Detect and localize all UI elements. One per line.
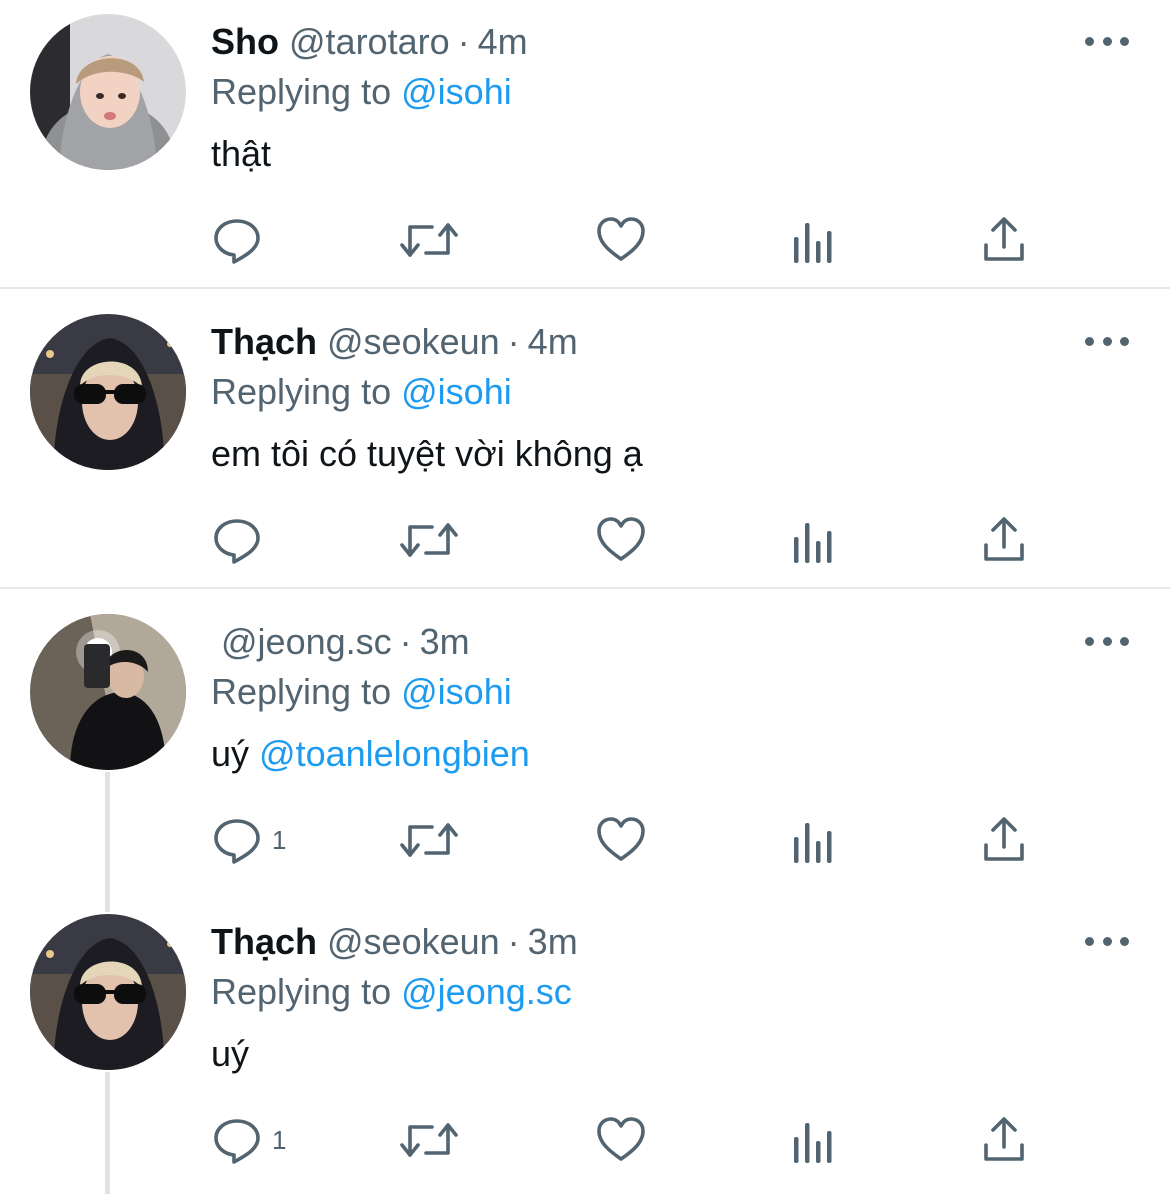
action-bar — [0, 510, 1170, 570]
reply-button[interactable] — [212, 510, 272, 570]
more-options-icon[interactable] — [1085, 624, 1129, 658]
tweet-text: em tôi có tuyệt vời không ạ — [211, 432, 643, 476]
analytics-button[interactable] — [792, 210, 834, 270]
retweet-icon — [400, 1123, 458, 1157]
replying-to-mention[interactable]: @isohi — [401, 71, 512, 112]
share-button[interactable] — [982, 210, 1026, 270]
timestamp[interactable]: 3m — [420, 621, 470, 662]
tweet-header: @jeong.sc · 3m — [211, 620, 470, 664]
tweet[interactable]: Thạch @seokeun · 3m Replying to @jeong.sc u… — [0, 900, 1170, 1200]
retweet-button[interactable] — [400, 510, 458, 570]
replying-to-line: Replying to @isohi — [211, 370, 512, 414]
tweet-header: Sho @tarotaro · 4m — [211, 20, 528, 64]
reply-button[interactable]: 1 — [212, 1110, 286, 1170]
retweet-button[interactable] — [400, 1110, 458, 1170]
tweet-text: uý — [211, 1032, 249, 1076]
user-handle[interactable]: @seokeun — [327, 921, 500, 962]
share-icon — [984, 217, 1024, 261]
retweet-icon — [400, 223, 458, 257]
avatar[interactable] — [30, 14, 186, 170]
tweet-text-content: thật — [211, 133, 272, 174]
separator-dot: · — [457, 21, 470, 62]
share-button[interactable] — [982, 510, 1026, 570]
replying-prefix: Replying to — [211, 71, 392, 112]
share-icon — [984, 1117, 1024, 1161]
share-button[interactable] — [982, 810, 1026, 870]
display-name[interactable]: Thạch — [211, 921, 317, 962]
replying-prefix: Replying to — [211, 671, 392, 712]
tweet[interactable]: @jeong.sc · 3m Replying to @isohi uý @toan… — [0, 600, 1170, 900]
retweet-icon — [400, 523, 458, 557]
action-bar — [0, 210, 1170, 270]
separator-dot: · — [399, 621, 412, 662]
reply-button[interactable]: 1 — [212, 810, 286, 870]
reply-icon — [214, 219, 260, 264]
replying-to-mention[interactable]: @isohi — [401, 671, 512, 712]
tweet[interactable]: Sho @tarotaro · 4m Replying to @isohi thật — [0, 0, 1170, 300]
tweet-text-content: uý — [211, 733, 260, 774]
reply-button[interactable] — [212, 210, 272, 270]
user-handle[interactable]: @seokeun — [327, 321, 500, 362]
display-name[interactable]: Sho — [211, 21, 279, 62]
reply-icon — [214, 519, 260, 564]
reply-count: 1 — [272, 824, 287, 855]
action-bar: 1 — [0, 1110, 1170, 1170]
tweet-header: Thạch @seokeun · 4m — [211, 320, 578, 364]
tweet-text: thật — [211, 132, 271, 176]
retweet-icon — [400, 823, 458, 857]
reply-icon — [214, 819, 260, 864]
more-options-icon[interactable] — [1085, 324, 1129, 358]
timestamp[interactable]: 4m — [478, 21, 528, 62]
tweet-text-content: em tôi có tuyệt vời không ạ — [211, 433, 643, 474]
analytics-icon — [794, 223, 832, 263]
avatar[interactable] — [30, 914, 186, 1070]
retweet-button[interactable] — [400, 210, 458, 270]
separator-dot: · — [507, 321, 520, 362]
tweet-text: uý @toanlelongbien — [211, 732, 530, 776]
user-handle[interactable]: @jeong.sc — [221, 621, 392, 662]
replying-to-line: Replying to @isohi — [211, 670, 512, 714]
like-icon — [597, 1117, 645, 1161]
share-icon — [984, 517, 1024, 561]
like-icon — [597, 517, 645, 561]
like-button[interactable] — [596, 210, 646, 270]
like-icon — [597, 217, 645, 261]
like-button[interactable] — [596, 510, 646, 570]
display-name[interactable]: Thạch — [211, 321, 317, 362]
replying-prefix: Replying to — [211, 371, 392, 412]
like-icon — [597, 817, 645, 861]
like-button[interactable] — [596, 810, 646, 870]
tweet-header: Thạch @seokeun · 3m — [211, 920, 578, 964]
replying-prefix: Replying to — [211, 971, 392, 1012]
tweet[interactable]: Thạch @seokeun · 4m Replying to @isohi em t… — [0, 300, 1170, 600]
analytics-icon — [794, 523, 832, 563]
replying-to-line: Replying to @jeong.sc — [211, 970, 572, 1014]
replying-to-mention[interactable]: @isohi — [401, 371, 512, 412]
reply-icon — [214, 1119, 260, 1164]
share-button[interactable] — [982, 1110, 1026, 1170]
analytics-button[interactable] — [792, 810, 834, 870]
timestamp[interactable]: 3m — [528, 921, 578, 962]
action-bar: 1 — [0, 810, 1170, 870]
retweet-button[interactable] — [400, 810, 458, 870]
reply-count: 1 — [272, 1124, 287, 1155]
replying-to-mention[interactable]: @jeong.sc — [401, 971, 572, 1012]
separator-dot: · — [507, 921, 520, 962]
analytics-icon — [794, 823, 832, 863]
tweet-text-content: uý — [211, 1033, 250, 1074]
avatar[interactable] — [30, 314, 186, 470]
analytics-button[interactable] — [792, 1110, 834, 1170]
analytics-button[interactable] — [792, 510, 834, 570]
avatar[interactable] — [30, 614, 186, 770]
analytics-icon — [794, 1123, 832, 1163]
replying-to-line: Replying to @isohi — [211, 70, 512, 114]
like-button[interactable] — [596, 1110, 646, 1170]
more-options-icon[interactable] — [1085, 24, 1129, 58]
share-icon — [984, 817, 1024, 861]
tweet-text-mention[interactable]: @toanlelongbien — [259, 733, 530, 774]
more-options-icon[interactable] — [1085, 924, 1129, 958]
timestamp[interactable]: 4m — [528, 321, 578, 362]
user-handle[interactable]: @tarotaro — [289, 21, 450, 62]
